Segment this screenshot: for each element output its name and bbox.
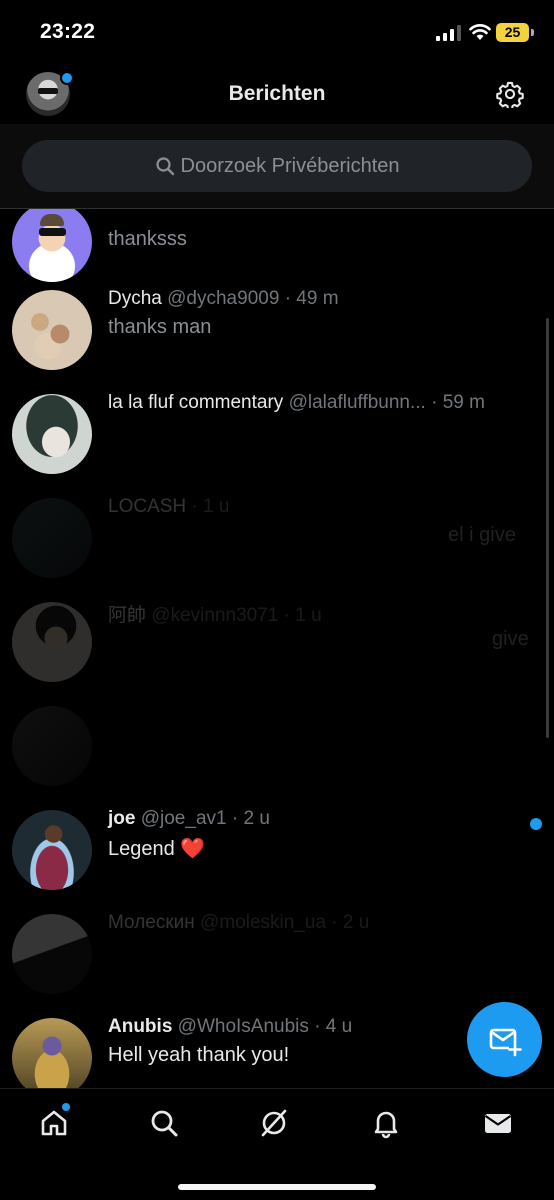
conversation-header: LOCASH · 1 u (108, 496, 229, 518)
conversation-item[interactable]: la la fluf commentary @lalafluffbunn... … (0, 392, 554, 496)
avatar (12, 498, 92, 578)
search-icon (151, 1110, 178, 1137)
tab-notifications[interactable] (370, 1107, 406, 1143)
separator: · (314, 1016, 321, 1037)
battery-level: 25 (496, 23, 529, 42)
header: Berichten (0, 62, 554, 124)
envelope-icon (484, 1114, 512, 1133)
message-preview: Legend ❤️ (108, 836, 205, 861)
conversation-item[interactable]: 阿帥 @kevinnn3071 · 1 u give (0, 600, 554, 704)
gear-icon[interactable] (496, 80, 524, 108)
home-indicator[interactable] (178, 1184, 376, 1190)
message-preview: give (492, 628, 529, 650)
heart-icon: ❤️ (180, 838, 206, 860)
timestamp: 2 u (243, 808, 270, 829)
conversation-item[interactable]: joe @joe_av1 · 2 u Legend ❤️ (0, 808, 554, 912)
timestamp: 49 m (296, 288, 339, 309)
conversation-item[interactable]: Dycha @dycha9009 · 49 m thanks man (0, 288, 554, 392)
timestamp: 1 u (295, 605, 322, 626)
home-notification-dot (62, 1103, 70, 1111)
avatar (12, 394, 92, 474)
message-preview: thanks man (108, 316, 212, 338)
search-icon (155, 157, 174, 176)
message-text: Legend (108, 838, 175, 860)
conversation-header: Молескин @moleskin_ua · 2 u (108, 912, 369, 934)
contact-name: joe (108, 808, 136, 829)
timestamp: 2 u (342, 912, 370, 933)
contact-name: Молескин (108, 912, 195, 933)
search-input[interactable]: Doorzoek Privéberichten (22, 140, 532, 192)
timestamp: 59 m (442, 392, 485, 413)
avatar (12, 810, 92, 890)
search-placeholder: Doorzoek Privéberichten (180, 154, 400, 177)
separator: · (431, 392, 438, 413)
contact-handle: @joe_av1 (140, 808, 227, 829)
wifi-icon (469, 24, 491, 40)
cellular-signal-icon (436, 25, 461, 41)
messages-screen: 23:22 25 Berichten Doorzoek Privébericht… (0, 0, 554, 1200)
conversation-header: Dycha @dycha9009 · 49 m (108, 288, 339, 310)
contact-handle: @WhoIsAnubis (177, 1016, 309, 1037)
separator: · (231, 808, 239, 829)
conversation-list[interactable]: thanksss Dycha @dycha9009 · 49 m thanks … (0, 208, 554, 1088)
avatar (12, 290, 92, 370)
conversation-item[interactable]: Молескин @moleskin_ua · 2 u (0, 912, 554, 1016)
conversation-header: la la fluf commentary @lalafluffbunn... … (108, 392, 485, 414)
conversation-item[interactable] (0, 704, 554, 808)
conversation-header: joe @joe_av1 · 2 u (108, 808, 270, 830)
contact-handle: @lalafluffbunn... (288, 392, 426, 413)
avatar (12, 208, 92, 282)
contact-handle: @moleskin_ua (200, 912, 327, 933)
bell-icon (374, 1111, 398, 1139)
contact-name: 阿帥 (108, 605, 147, 626)
search-area: Doorzoek Privéberichten (0, 124, 554, 209)
new-message-button[interactable] (467, 1002, 542, 1077)
status-time: 23:22 (40, 20, 96, 43)
timestamp: 4 u (325, 1016, 353, 1037)
unread-dot (530, 818, 542, 830)
tab-home[interactable] (38, 1107, 74, 1143)
message-preview: el i give (448, 524, 516, 546)
message-preview: Hell yeah thank you! (108, 1044, 290, 1066)
avatar (12, 602, 92, 682)
contact-handle: @kevinnn3071 (151, 605, 279, 626)
scrollbar[interactable] (546, 318, 549, 738)
contact-name: Dycha (108, 288, 162, 309)
tab-grok[interactable] (258, 1107, 294, 1143)
page-title: Berichten (228, 82, 326, 105)
conversation-item[interactable]: LOCASH · 1 u el i give (0, 496, 554, 600)
separator: · (191, 496, 198, 517)
contact-handle: @dycha9009 (167, 288, 280, 309)
separator: · (331, 912, 338, 933)
contact-name: la la fluf commentary (108, 392, 284, 413)
message-preview: thanksss (108, 228, 187, 250)
battery-tip (531, 29, 534, 36)
tab-messages[interactable] (482, 1107, 518, 1143)
grok-icon (261, 1109, 287, 1137)
timestamp: 1 u (203, 496, 230, 517)
avatar (12, 1018, 92, 1088)
conversation-header: Anubis @WhoIsAnubis · 4 u (108, 1016, 352, 1038)
new-message-icon (489, 1028, 522, 1056)
avatar (12, 706, 92, 786)
status-bar: 23:22 25 (0, 0, 554, 62)
tab-search[interactable] (148, 1107, 184, 1143)
contact-name: LOCASH (108, 496, 187, 517)
home-icon (41, 1110, 67, 1136)
avatar (12, 914, 92, 994)
tab-bar (0, 1088, 554, 1200)
separator: · (283, 605, 290, 626)
conversation-header: 阿帥 @kevinnn3071 · 1 u (108, 600, 322, 627)
contact-name: Anubis (108, 1016, 173, 1037)
separator: · (284, 288, 292, 309)
